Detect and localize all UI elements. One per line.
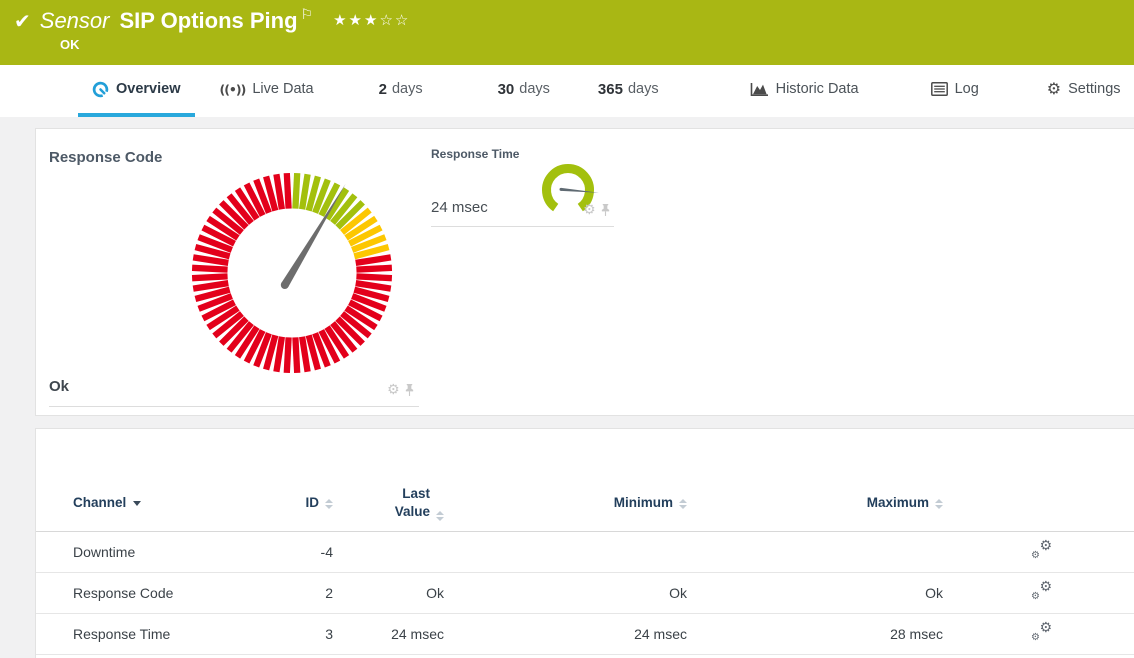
response-code-divider bbox=[49, 406, 419, 407]
response-time-title: Response Time bbox=[431, 147, 519, 161]
channels-panel: Channel ID Last Value Minimum Maximum Do… bbox=[35, 428, 1134, 658]
response-time-gear-icon[interactable]: ⚙ bbox=[583, 203, 596, 217]
broadcast-icon: ((•)) bbox=[220, 82, 246, 97]
tab-bar: Overview ((•)) Live Data 2 days 30 days … bbox=[0, 65, 1134, 117]
area-chart-icon bbox=[750, 82, 769, 97]
channel-maximum-cell bbox=[689, 531, 945, 572]
column-header-id[interactable]: ID bbox=[261, 475, 335, 531]
channel-last-value-cell bbox=[335, 531, 446, 572]
priority-stars[interactable]: ★★★☆☆ bbox=[333, 11, 410, 29]
table-row: Downtime -4 ⚙⚙ bbox=[36, 531, 1134, 572]
channel-last-value-cell: 24 msec bbox=[335, 613, 446, 654]
sensor-overview-page: ✔ Sensor SIP Options Ping ⚐ ★★★☆☆ OK Ove… bbox=[0, 0, 1134, 658]
tab-log-label: Log bbox=[955, 81, 979, 97]
tab-30-days-unit: days bbox=[519, 81, 550, 97]
channel-id-cell: 3 bbox=[261, 613, 335, 654]
table-row: Response Time 3 24 msec 24 msec 28 msec … bbox=[36, 613, 1134, 654]
channel-name-cell: Downtime bbox=[36, 531, 261, 572]
channel-id-cell: 2 bbox=[261, 572, 335, 613]
response-code-gear-icon[interactable]: ⚙ bbox=[387, 383, 400, 397]
sensor-type-label: Sensor bbox=[40, 8, 110, 34]
channel-last-value-cell: Ok bbox=[335, 572, 446, 613]
tab-overview[interactable]: Overview bbox=[78, 65, 195, 117]
response-code-title: Response Code bbox=[49, 149, 162, 166]
channel-minimum-cell: Ok bbox=[446, 572, 689, 613]
channel-settings-gears-icon[interactable]: ⚙⚙ bbox=[1031, 623, 1052, 641]
sort-icon bbox=[935, 499, 943, 509]
tab-historic-data[interactable]: Historic Data bbox=[736, 65, 873, 117]
response-time-divider bbox=[431, 226, 614, 227]
column-header-minimum[interactable]: Minimum bbox=[446, 475, 689, 531]
channel-minimum-cell bbox=[446, 531, 689, 572]
tab-2-days[interactable]: 2 days bbox=[365, 65, 437, 117]
channel-id-cell: -4 bbox=[261, 531, 335, 572]
channel-minimum-cell: 24 msec bbox=[446, 613, 689, 654]
tab-365-days-number: 365 bbox=[598, 81, 623, 98]
column-header-last-value[interactable]: Last Value bbox=[335, 475, 446, 531]
sort-icon bbox=[679, 499, 687, 509]
tab-log[interactable]: Log bbox=[917, 65, 993, 117]
table-header-row: Channel ID Last Value Minimum Maximum bbox=[36, 475, 1134, 531]
tab-30-days[interactable]: 30 days bbox=[484, 65, 564, 117]
channel-settings-gears-icon[interactable]: ⚙⚙ bbox=[1031, 582, 1052, 600]
sort-icon bbox=[325, 499, 333, 509]
status-check-icon: ✔ bbox=[14, 9, 31, 33]
sort-desc-icon bbox=[133, 501, 141, 506]
column-header-channel[interactable]: Channel bbox=[36, 475, 261, 531]
tab-30-days-number: 30 bbox=[498, 81, 515, 98]
tab-2-days-number: 2 bbox=[379, 81, 387, 98]
log-list-icon bbox=[931, 82, 948, 96]
tab-settings[interactable]: ⚙ Settings bbox=[1033, 65, 1134, 117]
response-time-value: 24 msec bbox=[431, 199, 488, 216]
channel-settings-gears-icon[interactable]: ⚙⚙ bbox=[1031, 541, 1052, 559]
tab-2-days-unit: days bbox=[392, 81, 423, 97]
tab-365-days[interactable]: 365 days bbox=[584, 65, 673, 117]
column-header-maximum[interactable]: Maximum bbox=[689, 475, 945, 531]
table-row: Response Code 2 Ok Ok Ok ⚙⚙ bbox=[36, 572, 1134, 613]
response-code-value: Ok bbox=[49, 378, 69, 395]
tab-historic-data-label: Historic Data bbox=[776, 81, 859, 97]
response-time-pin-icon[interactable] bbox=[600, 203, 611, 217]
channels-table: Channel ID Last Value Minimum Maximum Do… bbox=[36, 475, 1134, 655]
channel-maximum-cell: Ok bbox=[689, 572, 945, 613]
gauges-panel: Response Code Ok ⚙ Response Time 24 msec… bbox=[35, 128, 1134, 416]
tab-live-data-label: Live Data bbox=[252, 81, 313, 97]
tab-365-days-unit: days bbox=[628, 81, 659, 97]
sensor-header: ✔ Sensor SIP Options Ping ⚐ ★★★☆☆ OK bbox=[0, 0, 1134, 65]
channel-maximum-cell: 28 msec bbox=[689, 613, 945, 654]
column-header-actions bbox=[945, 475, 1134, 531]
channel-name-cell: Response Code bbox=[36, 572, 261, 613]
gear-icon: ⚙ bbox=[1047, 81, 1061, 97]
gauge-icon bbox=[92, 81, 109, 98]
sort-icon bbox=[436, 511, 444, 521]
channel-name-cell: Response Time bbox=[36, 613, 261, 654]
response-code-pin-icon[interactable] bbox=[404, 383, 415, 397]
sensor-title: SIP Options Ping bbox=[119, 8, 297, 34]
tab-settings-label: Settings bbox=[1068, 81, 1120, 97]
response-code-gauge[interactable] bbox=[187, 168, 397, 378]
sensor-status-badge: OK bbox=[60, 37, 80, 52]
flag-icon[interactable]: ⚐ bbox=[301, 7, 314, 23]
tab-overview-label: Overview bbox=[116, 81, 181, 97]
tab-live-data[interactable]: ((•)) Live Data bbox=[206, 65, 328, 117]
